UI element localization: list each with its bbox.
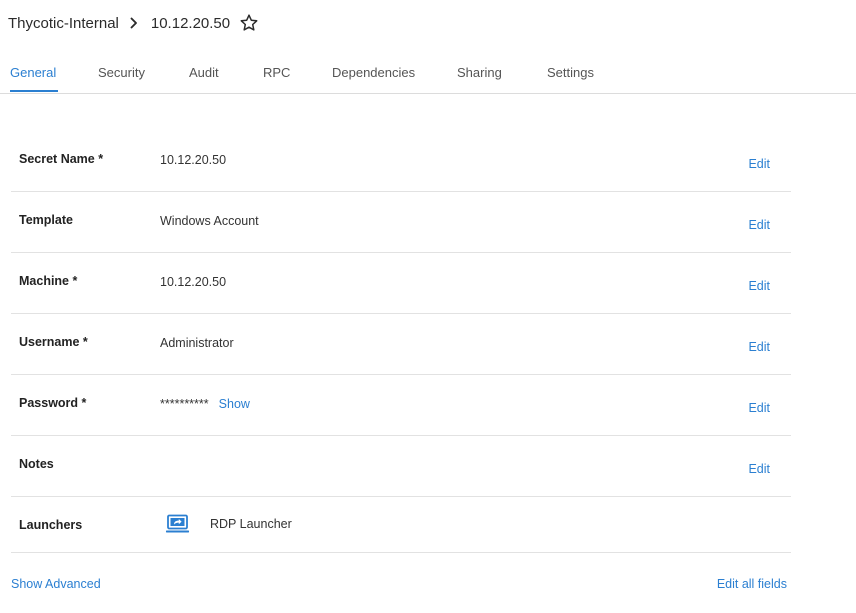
tab-general[interactable]: General [10,65,56,80]
tab-dependencies[interactable]: Dependencies [332,65,415,80]
edit-template-button[interactable]: Edit [748,218,770,232]
breadcrumb-folder[interactable]: Thycotic-Internal [8,15,119,32]
tab-rpc[interactable]: RPC [263,65,290,80]
edit-notes-button[interactable]: Edit [748,462,770,476]
tab-security[interactable]: Security [98,65,145,80]
field-row-launchers: Launchers RDP Launcher [11,497,791,553]
field-value-container: ********** Show [160,397,250,411]
tab-bar: General Security Audit RPC Dependencies … [0,62,856,94]
edit-username-button[interactable]: Edit [748,340,770,354]
field-value: Windows Account [160,214,259,228]
rdp-launcher-button[interactable]: RDP Launcher [165,514,292,534]
edit-machine-button[interactable]: Edit [748,279,770,293]
edit-secret-name-button[interactable]: Edit [748,157,770,171]
rdp-launcher-icon [165,514,191,534]
tab-audit[interactable]: Audit [189,65,219,80]
field-label: Username * [19,335,88,349]
field-value: 10.12.20.50 [160,275,227,289]
secret-fields: Secret Name * 10.12.20.50 Edit Template … [11,131,791,553]
chevron-right-icon [125,14,143,32]
field-row-machine: Machine * 10.12.20.50 Edit [11,253,791,314]
page-title: 10.12.20.50 [150,14,231,32]
show-advanced-link[interactable]: Show Advanced [11,577,101,591]
field-row-secret-name: Secret Name * 10.12.20.50 Edit [11,131,791,192]
tab-settings[interactable]: Settings [547,65,594,80]
edit-all-fields-link[interactable]: Edit all fields [717,577,787,591]
field-row-username: Username * Administrator Edit [11,314,791,375]
field-label: Template [19,213,73,227]
show-password-link[interactable]: Show [219,397,250,411]
field-row-template: Template Windows Account Edit [11,192,791,253]
breadcrumb: Thycotic-Internal 10.12.20.50 [8,13,259,33]
active-tab-indicator [10,90,58,92]
field-label: Machine * [19,274,78,288]
field-label: Notes [19,457,54,471]
edit-password-button[interactable]: Edit [748,401,770,415]
field-label: Password * [19,396,87,410]
tab-sharing[interactable]: Sharing [457,65,502,80]
field-label: Secret Name * [19,152,104,166]
favorite-star-icon[interactable] [239,13,259,33]
field-label: Launchers [19,518,83,532]
field-value: Administrator [160,336,234,350]
field-row-notes: Notes Edit [11,436,791,497]
field-value: 10.12.20.50 [160,153,227,167]
field-row-password: Password * ********** Show Edit [11,375,791,436]
masked-password: ********** [160,397,209,411]
rdp-launcher-label: RDP Launcher [210,517,292,531]
